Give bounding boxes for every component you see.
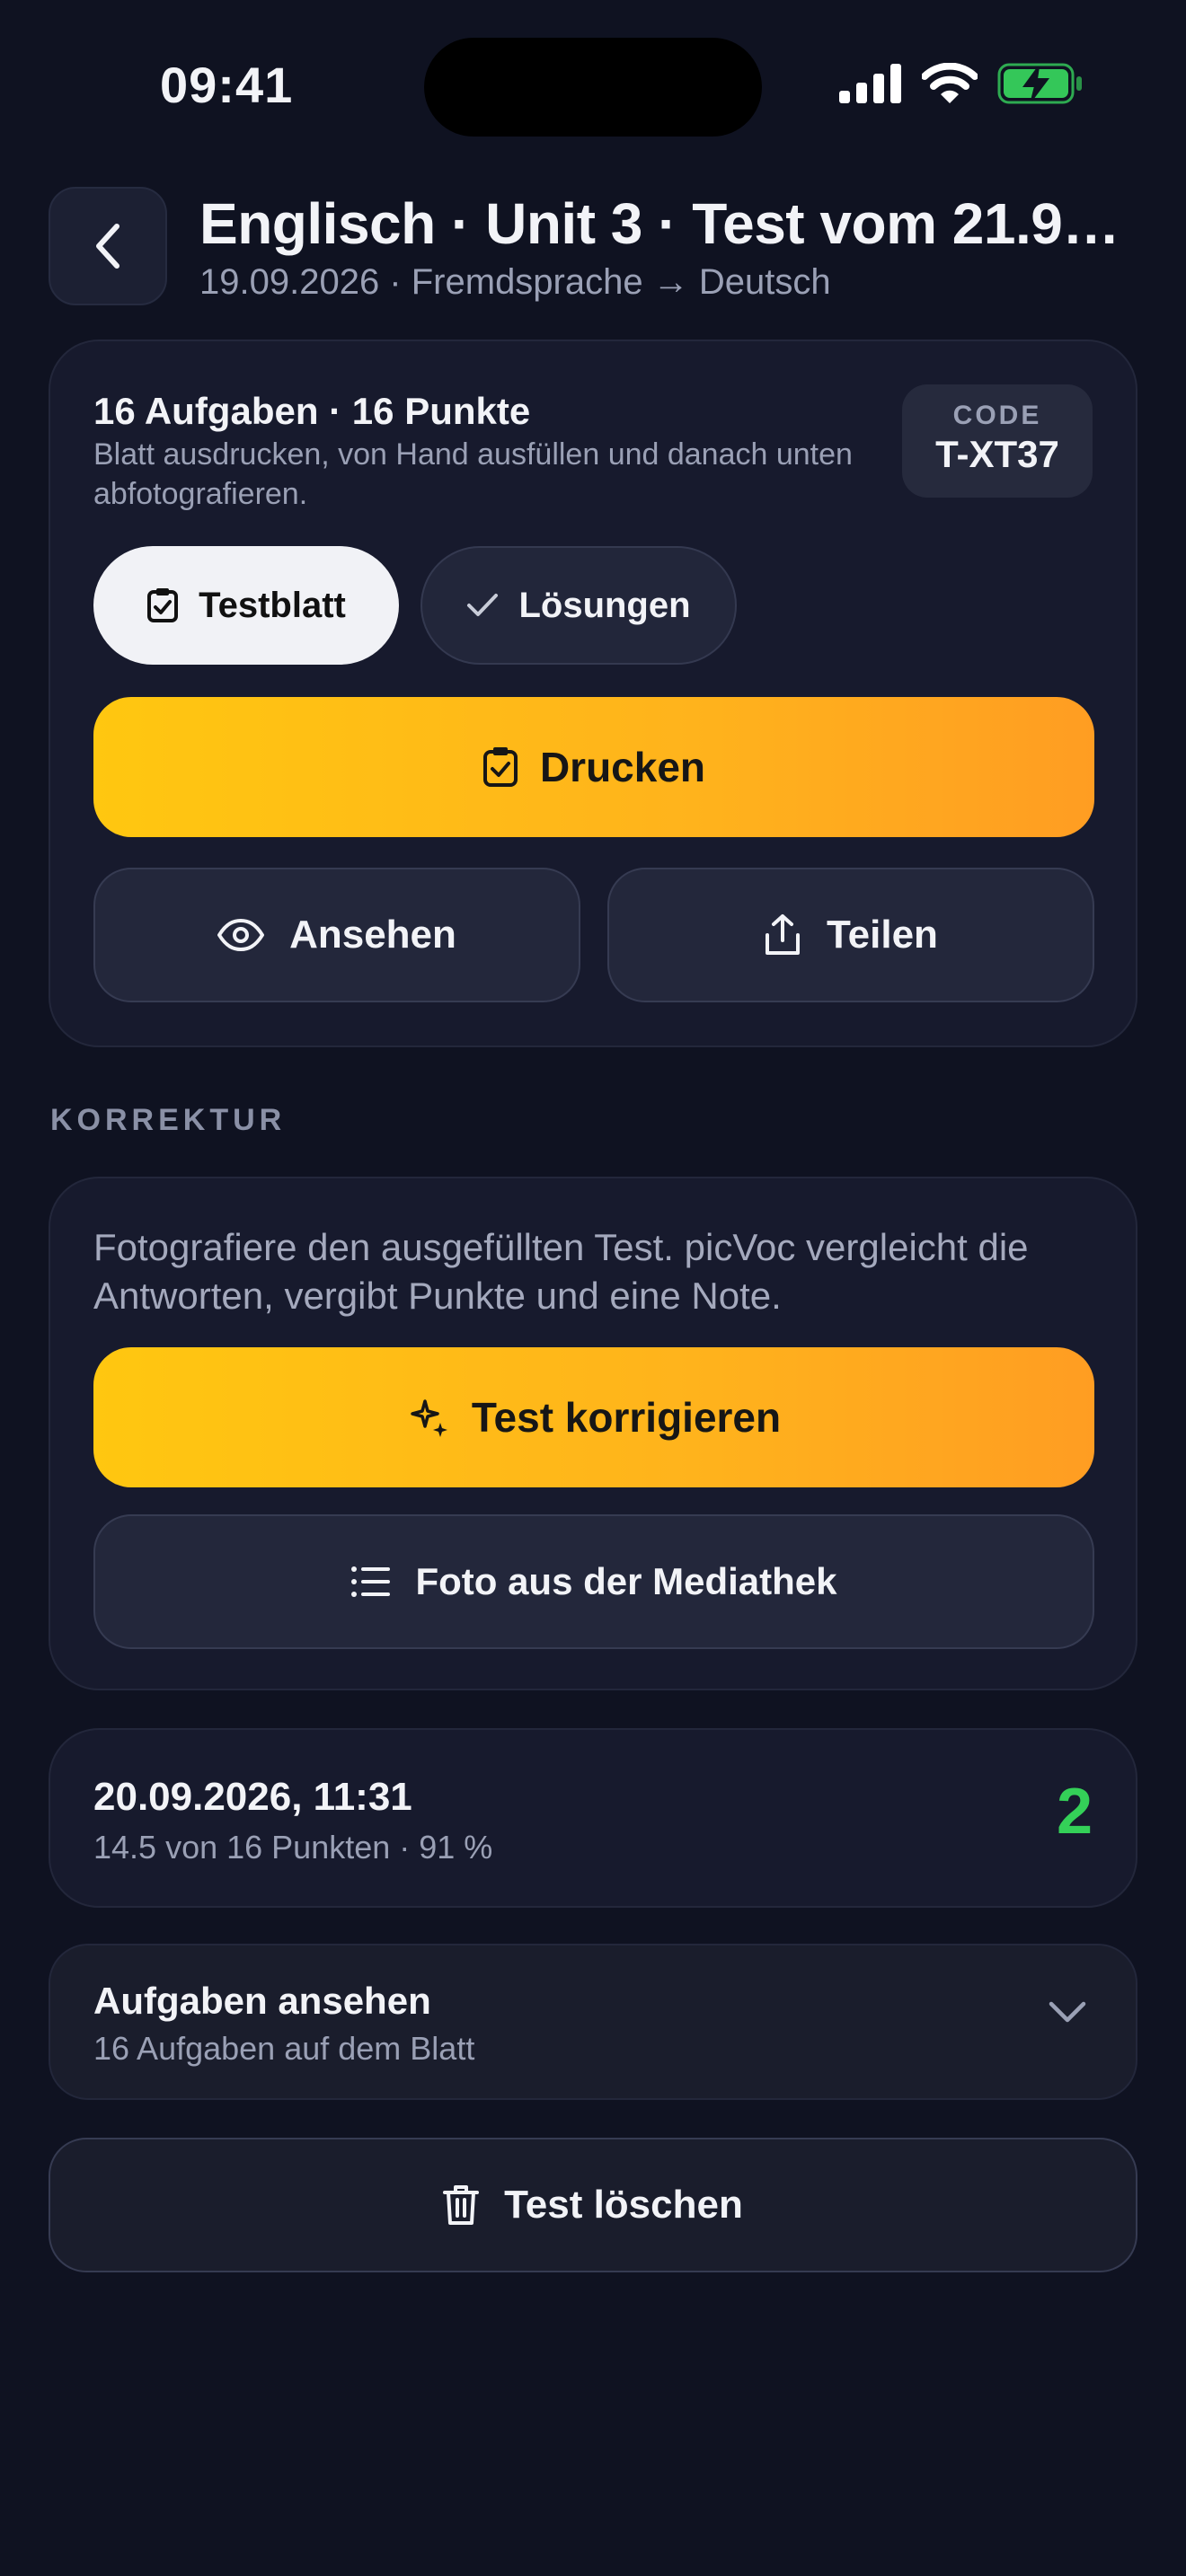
list-icon (351, 1566, 391, 1597)
delete-test-button[interactable]: Test löschen (49, 2138, 1137, 2272)
status-icons (839, 63, 1084, 104)
tab-loesungen-label: Lösungen (518, 585, 691, 625)
checklist-icon (482, 747, 518, 787)
trash-icon (443, 2185, 480, 2225)
view-tasks-subtitle: 16 Aufgaben auf dem Blatt (93, 2030, 475, 2067)
photo-library-button[interactable]: Foto aus der Mediathek (93, 1514, 1094, 1649)
test-sheet-card: 16 Aufgaben · 16 Punkte Blatt ausdrucken… (49, 340, 1137, 1047)
correction-description: Fotografiere den ausgefüllten Test. picV… (93, 1226, 1029, 1317)
eye-icon (217, 919, 265, 951)
status-time: 09:41 (160, 57, 294, 113)
photo-library-label: Foto aus der Mediathek (415, 1560, 837, 1602)
result-datetime: 20.09.2026, 11:31 (93, 1775, 412, 1819)
checklist-icon (147, 588, 179, 622)
test-code-badge: CODE T-XT37 (902, 384, 1093, 498)
chevron-left-icon (96, 224, 119, 269)
view-button-label: Ansehen (289, 913, 456, 957)
share-icon (766, 914, 801, 955)
sparkles-icon (411, 1399, 447, 1437)
tab-testblatt[interactable]: Testblatt (93, 546, 399, 665)
section-label-korrektur: KORREKTUR (50, 1103, 287, 1137)
correct-test-label: Test korrigieren (471, 1394, 782, 1441)
correction-card: Fotografiere den ausgefüllten Test. picV… (49, 1177, 1137, 1690)
code-label: CODE (952, 401, 1042, 430)
view-tasks-title: Aufgaben ansehen (93, 1980, 431, 2022)
result-grade: 2 (1056, 1776, 1093, 1848)
page-subtitle: 19.09.2026 · Fremdsprache → Deutsch (199, 262, 831, 302)
cellular-signal-icon (839, 64, 901, 103)
result-points: 14.5 von 16 Punkten · 91 % (93, 1829, 493, 1866)
code-value: T-XT37 (935, 433, 1059, 475)
wifi-icon (922, 63, 978, 103)
checkmark-icon (467, 594, 499, 616)
back-button[interactable] (49, 187, 167, 305)
delete-test-label: Test löschen (504, 2183, 743, 2227)
tab-loesungen[interactable]: Lösungen (420, 546, 737, 665)
test-instructions: Blatt ausdrucken, von Hand ausfüllen und… (93, 437, 853, 511)
battery-charging-icon (997, 63, 1082, 104)
result-card[interactable]: 20.09.2026, 11:31 14.5 von 16 Punkten · … (49, 1728, 1137, 1908)
test-summary: 16 Aufgaben · 16 Punkte (93, 390, 531, 432)
chevron-down-icon (1049, 2001, 1086, 2023)
page-title: Englisch · Unit 3 · Test vom 21.9.2… (199, 191, 1134, 256)
share-button-label: Teilen (827, 913, 938, 957)
tab-testblatt-label: Testblatt (199, 585, 346, 625)
print-button[interactable]: Drucken (93, 697, 1094, 837)
dynamic-island (424, 38, 762, 137)
view-tasks-row[interactable]: Aufgaben ansehen 16 Aufgaben auf dem Bla… (49, 1944, 1137, 2100)
share-button[interactable]: Teilen (607, 868, 1094, 1002)
print-button-label: Drucken (539, 744, 706, 790)
correct-test-button[interactable]: Test korrigieren (93, 1347, 1094, 1487)
view-button[interactable]: Ansehen (93, 868, 580, 1002)
